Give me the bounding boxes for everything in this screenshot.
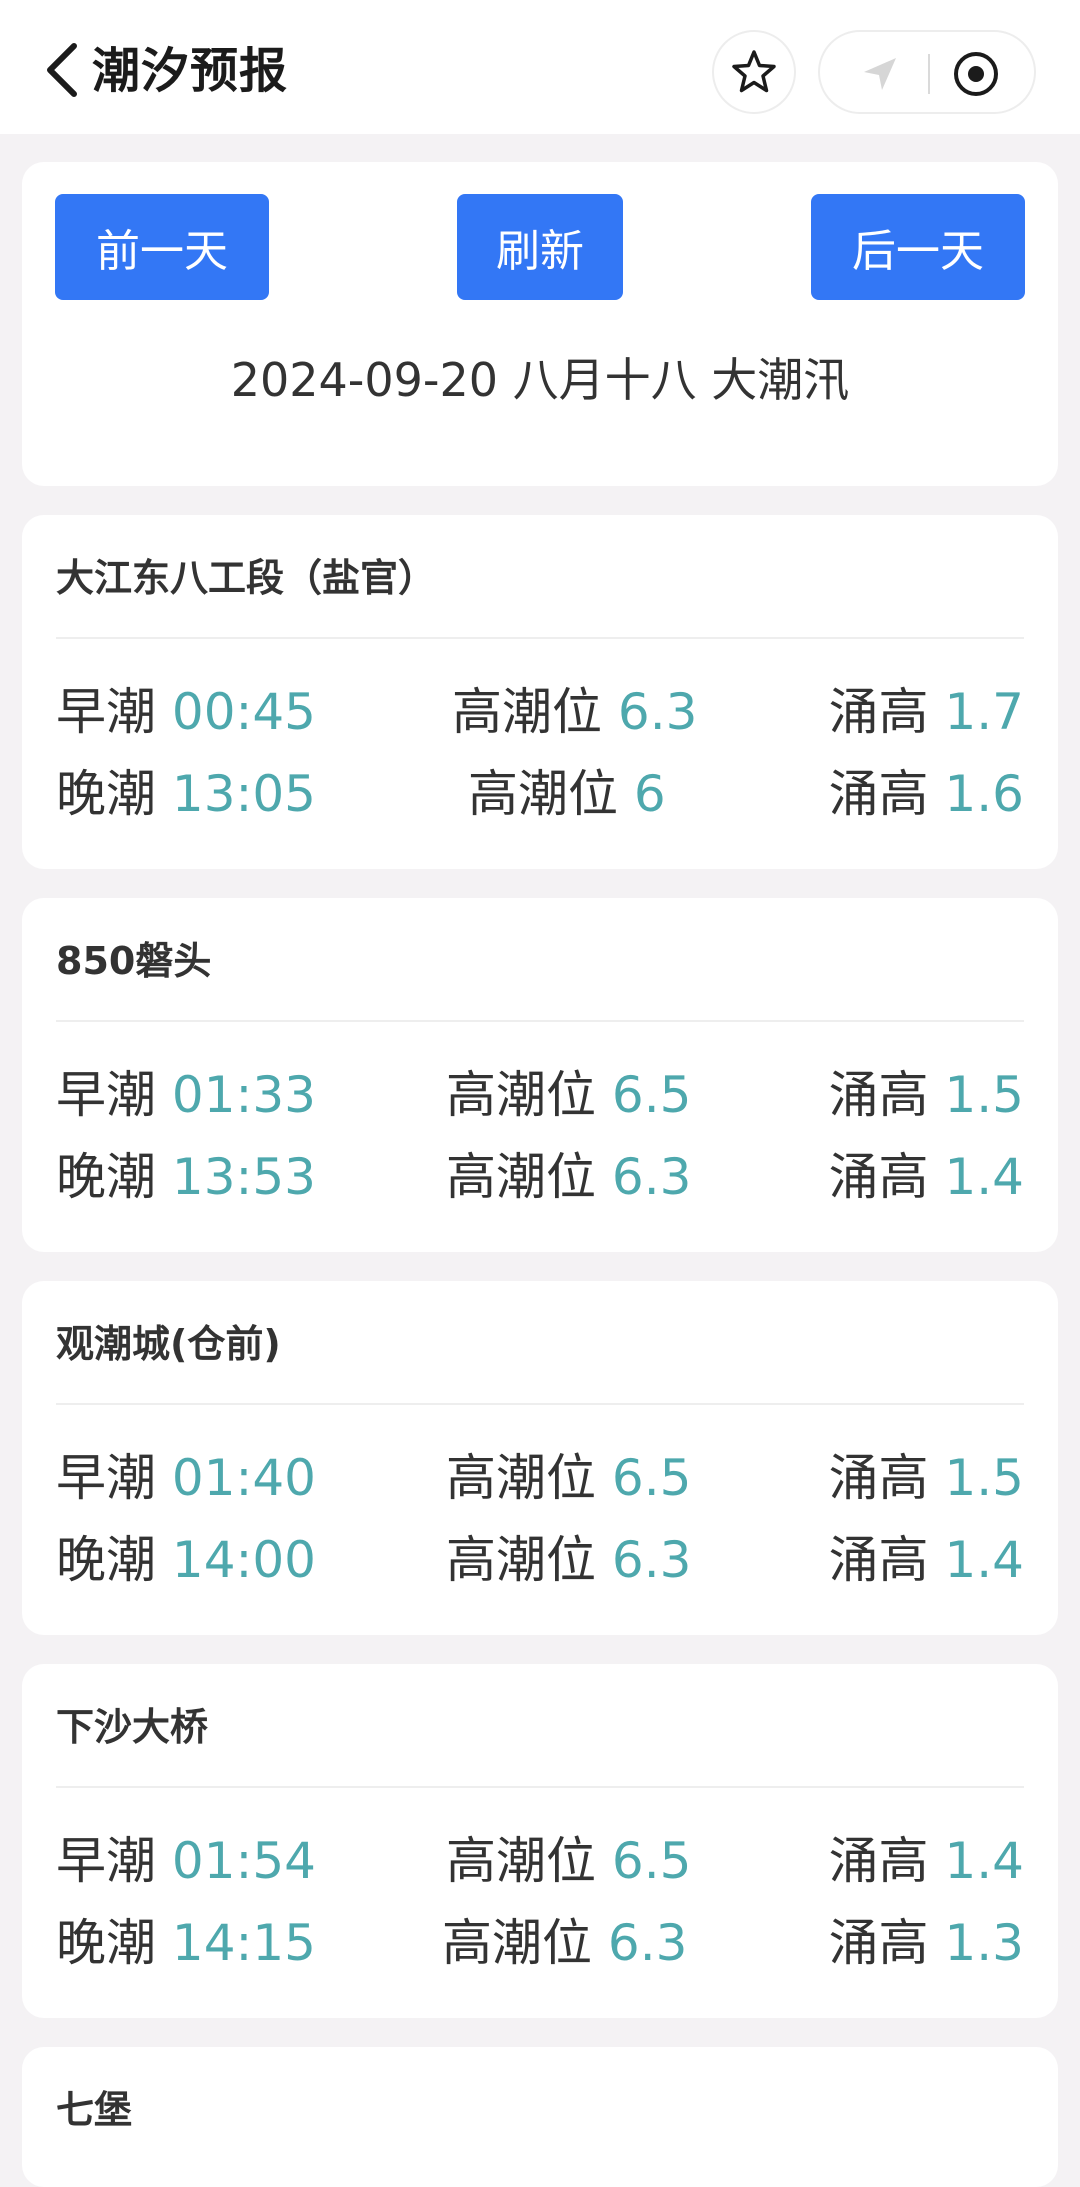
surge-label: 涌高	[828, 1066, 929, 1124]
surge-value: 1.4	[944, 1148, 1024, 1206]
surge-value: 1.7	[944, 683, 1024, 741]
capsule-divider	[928, 54, 930, 94]
station-name: 七堡	[56, 2088, 133, 2132]
station-card: 850磐头 早潮 01:33 高潮位 6.5 涌高 1.5 晚潮 13:53 高…	[22, 898, 1058, 1252]
tide-label: 晚潮	[56, 765, 156, 823]
level-label: 高潮位	[446, 1066, 596, 1124]
station-name: 下沙大桥	[56, 1705, 209, 1749]
surge-value: 1.4	[944, 1531, 1024, 1589]
surge-label: 涌高	[828, 1914, 929, 1972]
evening-tide-row: 晚潮 13:05 高潮位 6 涌高 1.6	[22, 759, 1058, 829]
level-label: 高潮位	[446, 1449, 596, 1507]
tide-label: 晚潮	[56, 1914, 156, 1972]
tide-label: 晚潮	[56, 1148, 156, 1206]
tide-time: 01:40	[171, 1449, 316, 1507]
tide-time: 13:53	[171, 1148, 316, 1206]
morning-tide-row: 早潮 01:33 高潮位 6.5 涌高 1.5	[22, 1060, 1058, 1130]
back-arrow-icon[interactable]	[40, 42, 84, 98]
tide-time: 00:45	[171, 683, 316, 741]
mini-program-capsule	[818, 30, 1036, 114]
surge-label: 涌高	[828, 1449, 929, 1507]
page-title: 潮汐预报	[92, 43, 289, 99]
level-value: 6.5	[611, 1449, 692, 1507]
tide-label: 早潮	[56, 1449, 156, 1507]
favorite-button[interactable]	[712, 30, 796, 114]
evening-tide-row: 晚潮 14:00 高潮位 6.3 涌高 1.4	[22, 1525, 1058, 1595]
tide-time: 01:33	[171, 1066, 316, 1124]
tide-time: 01:54	[171, 1832, 316, 1890]
surge-value: 1.6	[944, 765, 1024, 823]
evening-tide-row: 晚潮 14:15 高潮位 6.3 涌高 1.3	[22, 1908, 1058, 1978]
prev-day-button[interactable]: 前一天	[55, 194, 269, 300]
level-value: 6.3	[607, 1914, 688, 1972]
morning-tide-row: 早潮 01:54 高潮位 6.5 涌高 1.4	[22, 1826, 1058, 1896]
surge-label: 涌高	[828, 1148, 929, 1206]
station-name: 大江东八工段（盐官）	[56, 556, 437, 600]
surge-value: 1.4	[944, 1832, 1024, 1890]
tide-time: 14:00	[171, 1531, 316, 1589]
station-card: 七堡	[22, 2047, 1058, 2187]
station-card: 观潮城(仓前) 早潮 01:40 高潮位 6.5 涌高 1.5 晚潮 14:00…	[22, 1281, 1058, 1635]
level-value: 6.5	[611, 1066, 692, 1124]
tide-label: 早潮	[56, 1832, 156, 1890]
tide-time: 13:05	[171, 765, 316, 823]
level-label: 高潮位	[446, 1832, 596, 1890]
surge-label: 涌高	[828, 683, 929, 741]
divider	[56, 637, 1024, 639]
divider	[56, 1786, 1024, 1788]
level-value: 6.3	[617, 683, 698, 741]
tide-label: 早潮	[56, 683, 156, 741]
station-name: 850磐头	[56, 939, 212, 983]
level-label: 高潮位	[446, 1148, 596, 1206]
star-icon	[732, 50, 776, 93]
level-label: 高潮位	[468, 765, 618, 823]
next-day-button[interactable]: 后一天	[811, 194, 1025, 300]
level-value: 6.5	[611, 1832, 692, 1890]
tide-label: 早潮	[56, 1066, 156, 1124]
level-value: 6.3	[611, 1148, 692, 1206]
divider	[56, 1403, 1024, 1405]
station-name: 观潮城(仓前)	[56, 1322, 281, 1366]
refresh-button[interactable]: 刷新	[457, 194, 623, 300]
surge-value: 1.5	[944, 1449, 1024, 1507]
evening-tide-row: 晚潮 13:53 高潮位 6.3 涌高 1.4	[22, 1142, 1058, 1212]
surge-value: 1.3	[944, 1914, 1024, 1972]
surge-label: 涌高	[828, 1832, 929, 1890]
level-label: 高潮位	[452, 683, 602, 741]
record-circle-icon[interactable]	[952, 50, 1000, 98]
top-bar: 潮汐预报	[0, 0, 1080, 134]
date-info: 2024-09-20 八月十八 大潮汛	[230, 353, 850, 407]
station-card: 大江东八工段（盐官） 早潮 00:45 高潮位 6.3 涌高 1.7 晚潮 13…	[22, 515, 1058, 869]
divider	[56, 1020, 1024, 1022]
morning-tide-row: 早潮 01:40 高潮位 6.5 涌高 1.5	[22, 1443, 1058, 1513]
level-value: 6	[633, 765, 666, 823]
surge-value: 1.5	[944, 1066, 1024, 1124]
date-control-card: 前一天 刷新 后一天 2024-09-20 八月十八 大潮汛	[22, 162, 1058, 486]
surge-label: 涌高	[828, 1531, 929, 1589]
station-card: 下沙大桥 早潮 01:54 高潮位 6.5 涌高 1.4 晚潮 14:15 高潮…	[22, 1664, 1058, 2018]
tide-time: 14:15	[171, 1914, 316, 1972]
morning-tide-row: 早潮 00:45 高潮位 6.3 涌高 1.7	[22, 677, 1058, 747]
surge-label: 涌高	[828, 765, 929, 823]
navigation-arrow-icon[interactable]	[860, 54, 900, 94]
level-label: 高潮位	[446, 1531, 596, 1589]
level-label: 高潮位	[442, 1914, 592, 1972]
tide-label: 晚潮	[56, 1531, 156, 1589]
level-value: 6.3	[611, 1531, 692, 1589]
